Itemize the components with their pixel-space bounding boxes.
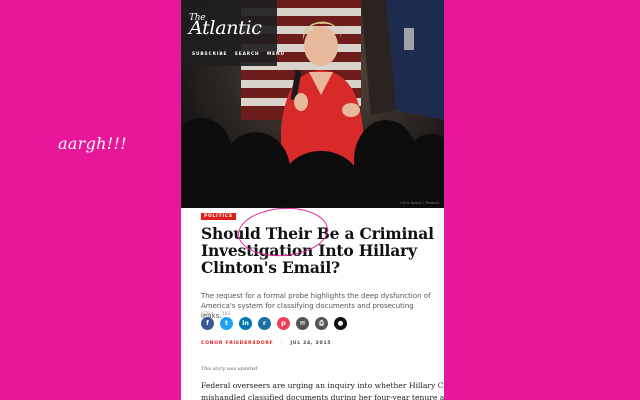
pocket-icon: p: [281, 319, 286, 327]
menu-link[interactable]: MENU: [267, 52, 285, 57]
section-tag[interactable]: POLITICS: [201, 213, 236, 220]
reddit-icon: r: [262, 319, 267, 327]
comments-button[interactable]: ●: [334, 317, 347, 330]
updated-note: This story was updated: [201, 367, 258, 372]
email-icon: ✉: [299, 319, 306, 327]
facebook-share-button[interactable]: f: [201, 317, 214, 330]
masthead-nav: SUBSCRIBE SEARCH MENU: [192, 52, 290, 57]
article-page: The Atlantic SUBSCRIBE SEARCH MENU Chris…: [181, 0, 444, 400]
comment-icon: ●: [337, 319, 344, 327]
byline: CONOR FRIEDERSDORF | JUL 24, 2015: [201, 341, 331, 346]
email-share-button[interactable]: ✉: [296, 317, 309, 330]
twitter-icon: t: [224, 319, 229, 327]
article-body: Federal overseers are urging an inquiry …: [201, 380, 444, 400]
twitter-share-button[interactable]: t: [220, 317, 233, 330]
logo-name: Atlantic: [189, 17, 262, 39]
twitter-share-count: 103: [222, 311, 230, 316]
byline-divider: |: [280, 341, 284, 346]
print-icon: ⎙: [318, 319, 325, 327]
pocket-share-button[interactable]: p: [277, 317, 290, 330]
search-link[interactable]: SEARCH: [235, 52, 260, 57]
linkedin-icon: in: [242, 319, 249, 327]
facebook-share-count: 23k: [203, 311, 211, 316]
aargh-annotation: aargh!!!: [58, 134, 127, 153]
facebook-icon: f: [206, 319, 209, 327]
reddit-share-button[interactable]: r: [258, 317, 271, 330]
author-link[interactable]: CONOR FRIEDERSDORF: [201, 341, 273, 346]
subscribe-link[interactable]: SUBSCRIBE: [192, 52, 227, 57]
article-dek: The request for a formal probe highlight…: [201, 292, 431, 320]
publish-date: JUL 24, 2015: [290, 341, 332, 346]
body-line: mishandled classified documents during h…: [201, 392, 444, 400]
body-line: Federal overseers are urging an inquiry …: [201, 381, 444, 390]
photo-credit: Chris Keane / Reuters: [400, 201, 439, 205]
print-button[interactable]: ⎙: [315, 317, 328, 330]
the-atlantic-logo[interactable]: The Atlantic: [189, 14, 262, 39]
hero-image: The Atlantic SUBSCRIBE SEARCH MENU: [181, 0, 444, 208]
linkedin-share-button[interactable]: in: [239, 317, 252, 330]
masthead: The Atlantic SUBSCRIBE SEARCH MENU: [181, 0, 284, 66]
